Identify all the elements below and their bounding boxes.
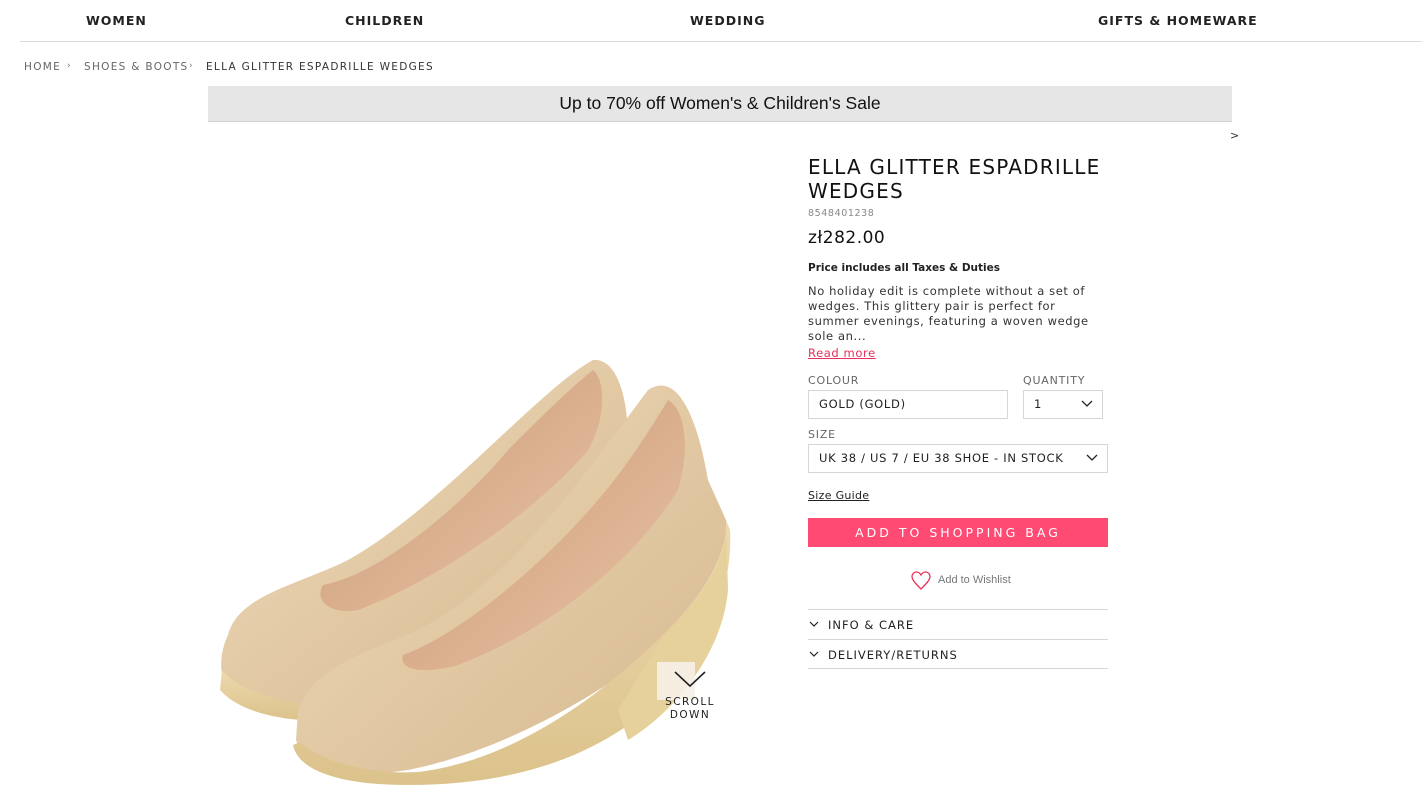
chevron-down-icon — [809, 651, 819, 657]
wishlist-label: Add to Wishlist — [938, 574, 1011, 586]
product-description: No holiday edit is complete without a se… — [808, 284, 1089, 343]
sale-promo-banner[interactable]: Up to 70% off Women's & Children's Sale — [208, 86, 1232, 122]
size-select[interactable]: UK 38 / US 7 / EU 38 SHOE - IN STOCK — [808, 444, 1108, 473]
nav-item-children[interactable]: CHILDREN — [345, 13, 424, 28]
promo-next-arrow[interactable]: > — [1230, 129, 1239, 142]
nav-item-women[interactable]: WOMEN — [86, 13, 147, 28]
chevron-down-icon — [1081, 400, 1093, 407]
top-navigation: WOMEN CHILDREN WEDDING GIFTS & HOMEWARE — [20, 0, 1422, 42]
size-guide-link[interactable]: Size Guide — [808, 489, 869, 502]
product-details: ELLA GLITTER ESPADRILLE WEDGES 854840123… — [808, 155, 1108, 362]
read-more-link[interactable]: Read more — [808, 346, 876, 360]
shoe-pair-image — [220, 359, 731, 785]
accordion-delivery-returns-label: DELIVERY/RETURNS — [828, 648, 958, 662]
colour-select[interactable]: GOLD (GOLD) — [808, 390, 1008, 419]
breadcrumb-separator: › — [67, 61, 72, 71]
quantity-label: QUANTITY — [1023, 374, 1086, 387]
size-label: SIZE — [808, 428, 836, 441]
breadcrumb-current: ELLA GLITTER ESPADRILLE WEDGES — [206, 61, 434, 73]
colour-label: COLOUR — [808, 374, 860, 387]
nav-item-wedding[interactable]: WEDDING — [690, 13, 765, 28]
heart-icon — [911, 571, 931, 590]
product-image — [208, 330, 738, 798]
breadcrumb-home[interactable]: HOME — [24, 61, 61, 73]
tax-note: Price includes all Taxes & Duties — [808, 262, 1001, 274]
quantity-select[interactable]: 1 — [1023, 390, 1103, 419]
chevron-down-icon — [674, 671, 706, 688]
product-sku: 8548401238 — [808, 208, 875, 219]
breadcrumb-separator: › — [189, 61, 194, 71]
chevron-down-icon — [1086, 454, 1098, 461]
breadcrumb-shoes-boots[interactable]: SHOES & BOOTS — [84, 61, 189, 73]
product-price: zł282.00 — [808, 228, 886, 248]
size-value: UK 38 / US 7 / EU 38 SHOE - IN STOCK — [819, 451, 1064, 465]
quantity-value: 1 — [1034, 397, 1043, 411]
nav-item-gifts-homeware[interactable]: GIFTS & HOMEWARE — [1098, 13, 1258, 28]
accordion-delivery-returns[interactable]: DELIVERY/RETURNS — [808, 639, 1108, 669]
scroll-down-label: SCROLL DOWN — [665, 696, 715, 721]
product-info-accordion: INFO & CARE DELIVERY/RETURNS — [808, 609, 1108, 669]
product-title: ELLA GLITTER ESPADRILLE WEDGES — [808, 155, 1101, 203]
chevron-down-icon — [809, 621, 819, 627]
colour-value: GOLD (GOLD) — [819, 397, 906, 411]
accordion-info-care[interactable]: INFO & CARE — [808, 609, 1108, 639]
add-to-shopping-bag-button[interactable]: ADD TO SHOPPING BAG — [808, 518, 1108, 547]
accordion-info-care-label: INFO & CARE — [828, 618, 915, 632]
scroll-down-hint[interactable]: SCROLL DOWN — [656, 662, 724, 724]
